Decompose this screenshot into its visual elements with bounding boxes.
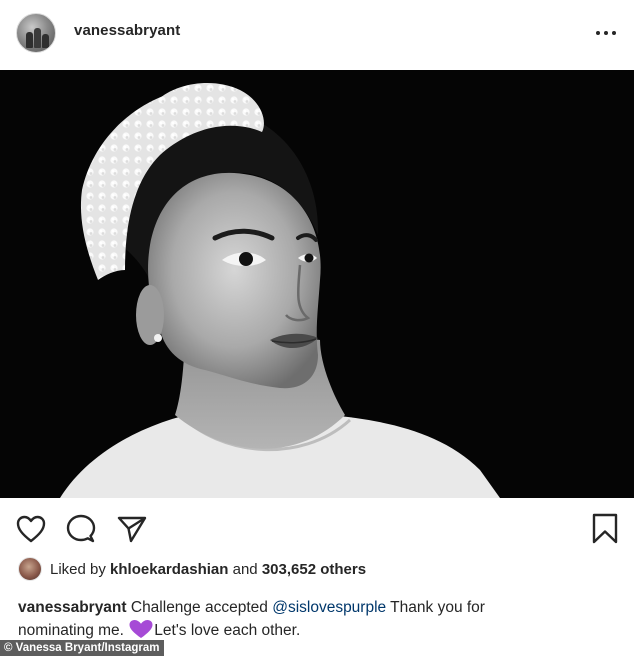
avatar-figure (26, 32, 33, 48)
more-horizontal-icon[interactable] (594, 28, 618, 38)
paper-plane-icon[interactable] (117, 515, 147, 543)
username-link[interactable]: vanessabryant (74, 22, 180, 39)
likes-prefix: Liked by (50, 561, 111, 578)
post-caption: vanessabryant Challenge accepted @sislov… (18, 596, 538, 642)
avatar-figure (42, 34, 49, 48)
avatar[interactable] (16, 13, 56, 53)
likes-middle: and (228, 561, 262, 578)
portrait-photo (0, 70, 634, 498)
purple-heart-icon (129, 620, 153, 638)
post-photo[interactable] (0, 70, 634, 498)
photo-credit: © Vanessa Bryant/Instagram (0, 640, 164, 656)
comment-bubble-icon[interactable] (66, 514, 96, 544)
caption-username-link[interactable]: vanessabryant (18, 599, 127, 616)
liker-username-link[interactable]: khloekardashian (110, 561, 228, 578)
caption-text: Challenge accepted (126, 599, 273, 616)
post-header: vanessabryant (0, 0, 634, 70)
liker-avatar[interactable] (18, 557, 42, 581)
likes-count-link[interactable]: 303,652 others (262, 561, 366, 578)
instagram-post: vanessabryant Liked by khloekardashian a… (0, 0, 634, 656)
avatar-figure (34, 28, 41, 48)
likes-text: Liked by khloekardashian and 303,652 oth… (50, 561, 366, 578)
post-actions (0, 498, 634, 556)
caption-text: Let's love each other. (154, 622, 301, 639)
mention-link[interactable]: @sislovespurple (272, 599, 386, 616)
likes-summary: Liked by khloekardashian and 303,652 oth… (18, 556, 618, 584)
heart-outline-icon[interactable] (16, 515, 46, 543)
bookmark-icon[interactable] (591, 513, 619, 545)
